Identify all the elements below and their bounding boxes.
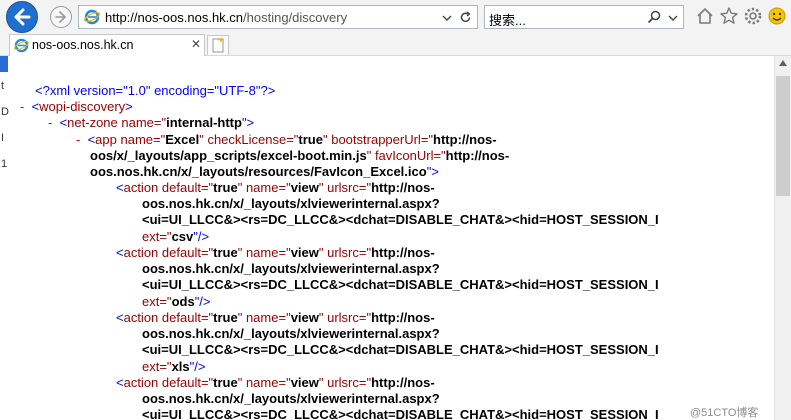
collapse-toggle[interactable]: - (48, 115, 52, 130)
xml-line-app: - <app name="Excel" checkLicense="true" … (76, 132, 497, 147)
tab-label: nos-oos.nos.hk.cn (32, 38, 134, 52)
xml-line-app-cont: oos/x/_layouts/app_scripts/excel-boot.mi… (90, 148, 510, 163)
url-input[interactable]: http://nos-oos.nos.hk.cn/hosting/discove… (78, 5, 478, 29)
xml-line-action-cont: <ui=UI_LLCC&><rs=DC_LLCC&><dchat=DISABLE… (142, 277, 659, 292)
scroll-up-arrow-icon[interactable] (779, 60, 787, 66)
refresh-icon[interactable] (459, 11, 472, 24)
xml-document-view: <?xml version="1.0" encoding="UTF-8"?> -… (20, 76, 772, 420)
new-tab-button[interactable] (207, 35, 229, 55)
dropdown-icon[interactable] (441, 12, 453, 24)
gear-icon[interactable] (743, 6, 763, 26)
tab-active[interactable]: nos-oos.nos.hk.cn ✕ (9, 34, 205, 56)
collapse-toggle[interactable]: - (76, 132, 80, 147)
left-edge-mark: I (1, 132, 5, 144)
xml-line-net-zone: - <net-zone name="internal-http"> (48, 115, 255, 130)
left-edge-mark: D (1, 106, 9, 118)
left-edge-blue-block (0, 56, 8, 72)
xml-line-action-cont: <ui=UI_LLCC&><rs=DC_LLCC&><dchat=DISABLE… (142, 212, 659, 227)
favorites-star-icon[interactable] (719, 6, 739, 26)
ie-page-icon (84, 9, 100, 25)
arrow-left-icon (14, 8, 31, 26)
back-button[interactable] (6, 1, 38, 33)
ie-tab-icon (14, 38, 29, 53)
forward-button[interactable] (50, 6, 72, 28)
xml-line-action: <action default="true" name="view" urlsr… (116, 375, 435, 390)
search-icon[interactable] (647, 10, 661, 24)
xml-line-action-cont: oos.nos.hk.cn/x/_layouts/xlviewerinterna… (142, 261, 440, 276)
watermark: @51CTO博客 (690, 407, 759, 419)
xml-line-action-ext: ext="xls"/> (142, 359, 206, 374)
url-domain: http://nos-oos.nos.hk.cn (105, 10, 244, 25)
xml-line-action-cont: oos.nos.hk.cn/x/_layouts/xlviewerinterna… (142, 326, 440, 341)
xml-line-action-cont: oos.nos.hk.cn/x/_layouts/xlviewerinterna… (142, 196, 440, 211)
tab-strip: nos-oos.nos.hk.cn ✕ (0, 34, 791, 56)
scrollbar-thumb[interactable] (776, 76, 790, 196)
xml-line-action-cont: <ui=UI_LLCC&><rs=DC_LLCC&><dchat=DISABLE… (142, 407, 659, 420)
search-dropdown-icon[interactable] (667, 12, 679, 24)
xml-line-action-ext: ext="csv"/> (142, 229, 210, 244)
xml-line-app-cont: oos.nos.hk.cn/x/_layouts/resources/FavIc… (90, 164, 439, 179)
left-edge-mark: 1 (1, 158, 8, 170)
collapse-toggle[interactable]: - (20, 99, 24, 114)
xml-declaration: <?xml version="1.0" encoding="UTF-8"?> (35, 83, 276, 98)
url-path: /hosting/discovery (243, 10, 348, 25)
tab-close-icon[interactable]: ✕ (191, 37, 201, 51)
home-icon[interactable] (695, 6, 715, 26)
new-tab-icon (212, 37, 225, 53)
address-bar: http://nos-oos.nos.hk.cn/hosting/discove… (0, 0, 791, 34)
xml-line-action: <action default="true" name="view" urlsr… (116, 310, 435, 325)
xml-line-action-ext: ext="ods"/> (142, 294, 211, 309)
vertical-scrollbar[interactable] (774, 56, 791, 420)
xml-line-action: <action default="true" name="view" urlsr… (116, 245, 435, 260)
xml-line-action-cont: <ui=UI_LLCC&><rs=DC_LLCC&><dchat=DISABLE… (142, 342, 659, 357)
xml-line-action: <action default="true" name="view" urlsr… (116, 180, 435, 195)
search-input[interactable]: 搜索... (484, 5, 684, 29)
arrow-right-icon (55, 11, 66, 23)
xml-line-action-cont: oos.nos.hk.cn/x/_layouts/xlviewerinterna… (142, 391, 440, 406)
smiley-feedback-icon[interactable] (767, 6, 787, 26)
url-text: http://nos-oos.nos.hk.cn/hosting/discove… (105, 10, 347, 25)
xml-line-wopi-discovery: - <wopi-discovery> (20, 99, 133, 114)
search-placeholder: 搜索... (489, 13, 526, 28)
left-edge-mark: t (1, 80, 5, 92)
